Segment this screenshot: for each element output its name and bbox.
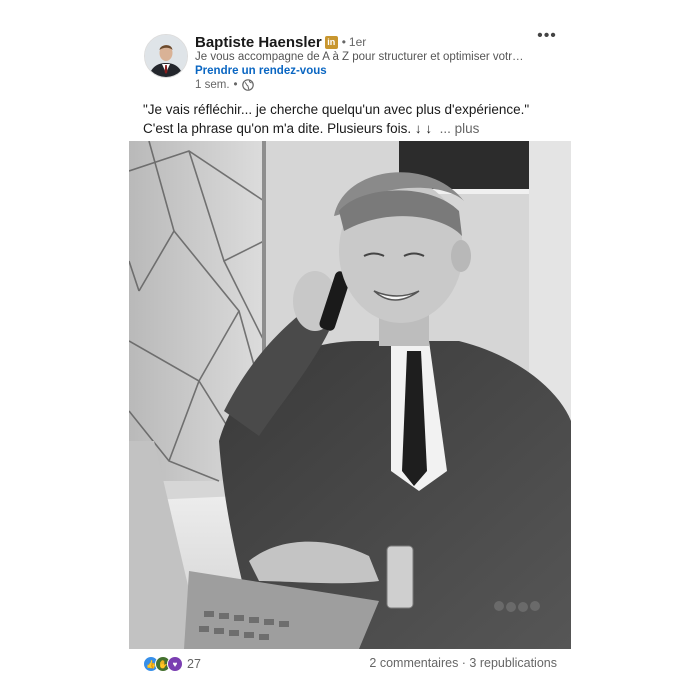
premium-in-icon: in [324,35,338,49]
author-name-row: Baptiste Haensler in • 1er [195,32,366,52]
author-portrait-icon [145,35,187,77]
feed-post: Baptiste Haensler in • 1er Je vous accom… [0,0,700,700]
comments-reposts-link[interactable]: 2 commentaires · 3 republications [369,656,557,670]
reactions-summary[interactable]: 👍 ✋ ♥ 27 [143,656,201,672]
connection-degree: 1er [348,35,367,49]
separator-dot: • [233,79,238,91]
globe-icon [241,79,254,91]
post-meta: 1 sem. • [195,79,254,91]
support-icon: ♥ [167,656,183,672]
ellipsis-icon: ••• [537,27,557,44]
post-text-line-content: C'est la phrase qu'on m'a dite. Plusieur… [143,121,433,136]
see-more-link[interactable]: ... plus [440,121,480,136]
author-headline: Je vous accompagne de A à Z pour structu… [195,51,525,63]
post-photo-illustration [129,141,571,649]
more-options-button[interactable]: ••• [536,27,558,44]
reaction-count: 27 [187,657,201,671]
post-text-line: "Je vais réfléchir... je cherche quelqu'… [143,102,530,117]
social-counts: 👍 ✋ ♥ 27 2 commentaires · 3 republicatio… [143,656,557,672]
separator-dot: • [341,35,346,49]
author-name[interactable]: Baptiste Haensler [195,34,322,51]
post-time: 1 sem. [195,79,230,91]
post-text: "Je vais réfléchir... je cherche quelqu'… [143,100,563,138]
author-avatar[interactable] [144,34,188,78]
book-appointment-link[interactable]: Prendre un rendez-vous [195,65,327,77]
post-text-line: C'est la phrase qu'on m'a dite. Plusieur… [143,119,563,138]
post-image[interactable] [129,141,571,649]
